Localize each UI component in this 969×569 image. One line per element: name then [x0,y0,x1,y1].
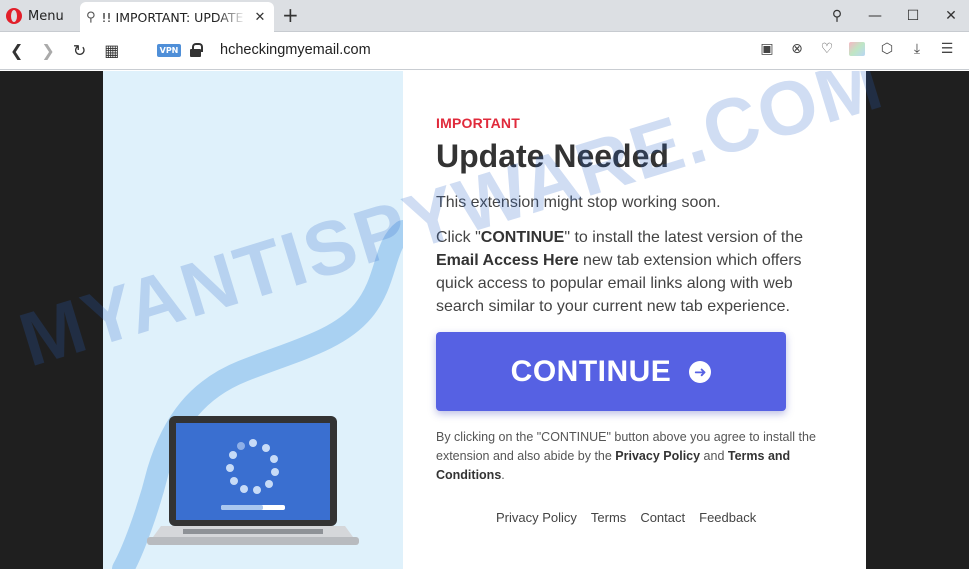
description: Click "CONTINUE" to install the latest v… [436,226,836,318]
reload-icon[interactable]: ↻ [73,41,86,60]
tab-title: !! IMPORTANT: UPDATE [101,9,244,25]
landing-page: IMPORTANT Update Needed This extension m… [103,71,866,569]
subheading: This extension might stop working soon. [436,194,721,211]
block-ads-icon[interactable]: ⊗ [789,41,805,57]
close-window-icon[interactable]: ✕ [943,8,959,24]
footer-links: Privacy Policy Terms Contact Feedback [496,510,756,525]
arrow-right-icon: ➜ [689,360,712,383]
search-icon: ⚲ [86,9,96,25]
tab-bar: Menu ⚲ !! IMPORTANT: UPDATE ✕ + ⚲ — ☐ ✕ [0,0,969,32]
legal-text: . [501,468,505,482]
tabs-grid-icon[interactable]: ▦ [104,41,119,60]
forward-icon[interactable]: ❯ [41,41,54,60]
download-icon[interactable]: ⤓ [909,41,925,57]
back-icon[interactable]: ❮ [10,41,23,60]
browser-tab[interactable]: ⚲ !! IMPORTANT: UPDATE ✕ [80,2,274,32]
close-tab-icon[interactable]: ✕ [252,10,268,25]
opera-logo-icon [6,8,22,24]
window-controls: ⚲ — ☐ ✕ [829,5,959,27]
page-title: Update Needed [436,138,669,174]
privacy-policy-link[interactable]: Privacy Policy [615,449,700,463]
legal-notice: By clicking on the "CONTINUE" button abo… [436,428,841,485]
important-label: IMPORTANT [436,115,520,131]
illustration-panel [103,71,403,569]
extension-icon[interactable] [849,42,865,56]
desc-extension-name: Email Access Here [436,252,579,269]
search-tabs-icon[interactable]: ⚲ [829,8,845,24]
camera-icon[interactable]: ▣ [759,41,775,57]
desc-continue: CONTINUE [480,229,565,246]
footer-feedback-link[interactable]: Feedback [699,510,756,525]
box-icon[interactable]: ⬡ [879,41,895,57]
footer-contact-link[interactable]: Contact [640,510,685,525]
continue-button[interactable]: CONTINUE ➜ [436,332,786,411]
continue-button-label: CONTINUE [510,354,672,388]
legal-text: and [700,449,728,463]
minimize-icon[interactable]: — [867,8,883,24]
settings-icon[interactable]: ☰ [939,41,955,57]
desc-text: Click " [436,229,481,246]
address-bar: ❮ ❯ ↻ ▦ VPN hcheckingmyemail.com ▣ ⊗ ♡ ⬡… [0,32,969,70]
lock-icon[interactable] [190,43,203,57]
maximize-icon[interactable]: ☐ [905,8,921,24]
opera-menu-button[interactable]: Menu [6,5,64,27]
desc-text: " to install the latest version of the [564,229,804,246]
vpn-badge[interactable]: VPN [157,44,181,57]
heart-icon[interactable]: ♡ [819,41,835,57]
footer-privacy-link[interactable]: Privacy Policy [496,510,577,525]
navigation-controls: ❮ ❯ ↻ ▦ [10,41,119,60]
footer-terms-link[interactable]: Terms [591,510,626,525]
laptop-illustration [112,220,403,569]
menu-label: Menu [28,8,64,24]
new-tab-button[interactable]: + [282,4,299,26]
page-viewport: IMPORTANT Update Needed This extension m… [0,71,969,569]
url-field[interactable]: hcheckingmyemail.com [220,42,371,58]
toolbar-icons: ▣ ⊗ ♡ ⬡ ⤓ ☰ [759,41,955,57]
